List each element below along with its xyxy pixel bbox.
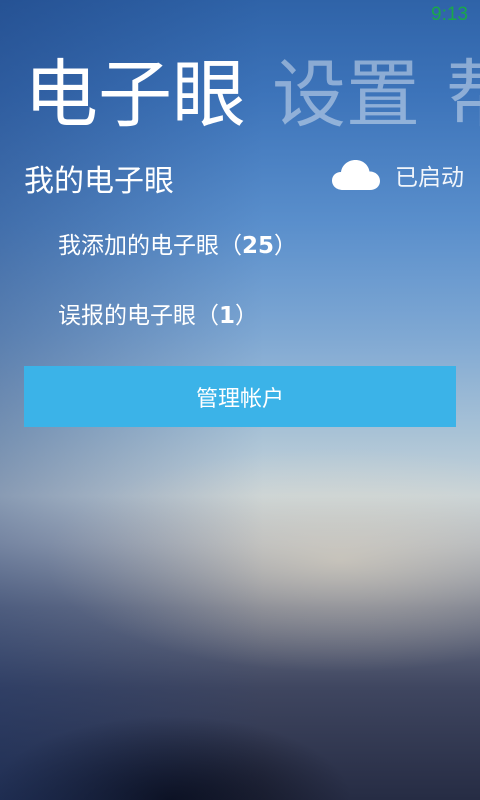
pivot-item-settings[interactable]: 设置	[272, 52, 420, 138]
manage-account-button[interactable]: 管理帐户	[24, 366, 456, 427]
status-bar: 9:13	[0, 0, 480, 30]
pivot-item-help[interactable]: 帮	[446, 52, 480, 138]
list-item-count: 25	[242, 233, 275, 259]
list-item-label: 误报的电子眼（	[58, 303, 219, 329]
sync-status: 已启动	[331, 158, 464, 192]
list-item-close: ）	[235, 303, 259, 329]
section-title: 我的电子眼	[24, 164, 174, 199]
cloud-icon	[332, 160, 380, 190]
list-item-close: ）	[274, 233, 298, 259]
status-time: 9:13	[431, 4, 468, 25]
list-item-false-reports[interactable]: 误报的电子眼（1）	[58, 296, 258, 330]
status-text: 已启动	[395, 165, 464, 191]
list-item-count: 1	[219, 303, 236, 329]
pivot-header: 电子眼设置帮	[24, 52, 480, 138]
list-item-label: 我添加的电子眼（	[58, 233, 242, 259]
my-electronic-eye-section: 我的电子眼 已启动	[24, 150, 464, 200]
pivot-item-electronic-eye[interactable]: 电子眼	[24, 52, 246, 138]
list-item-added-eyes[interactable]: 我添加的电子眼（25）	[58, 226, 297, 260]
